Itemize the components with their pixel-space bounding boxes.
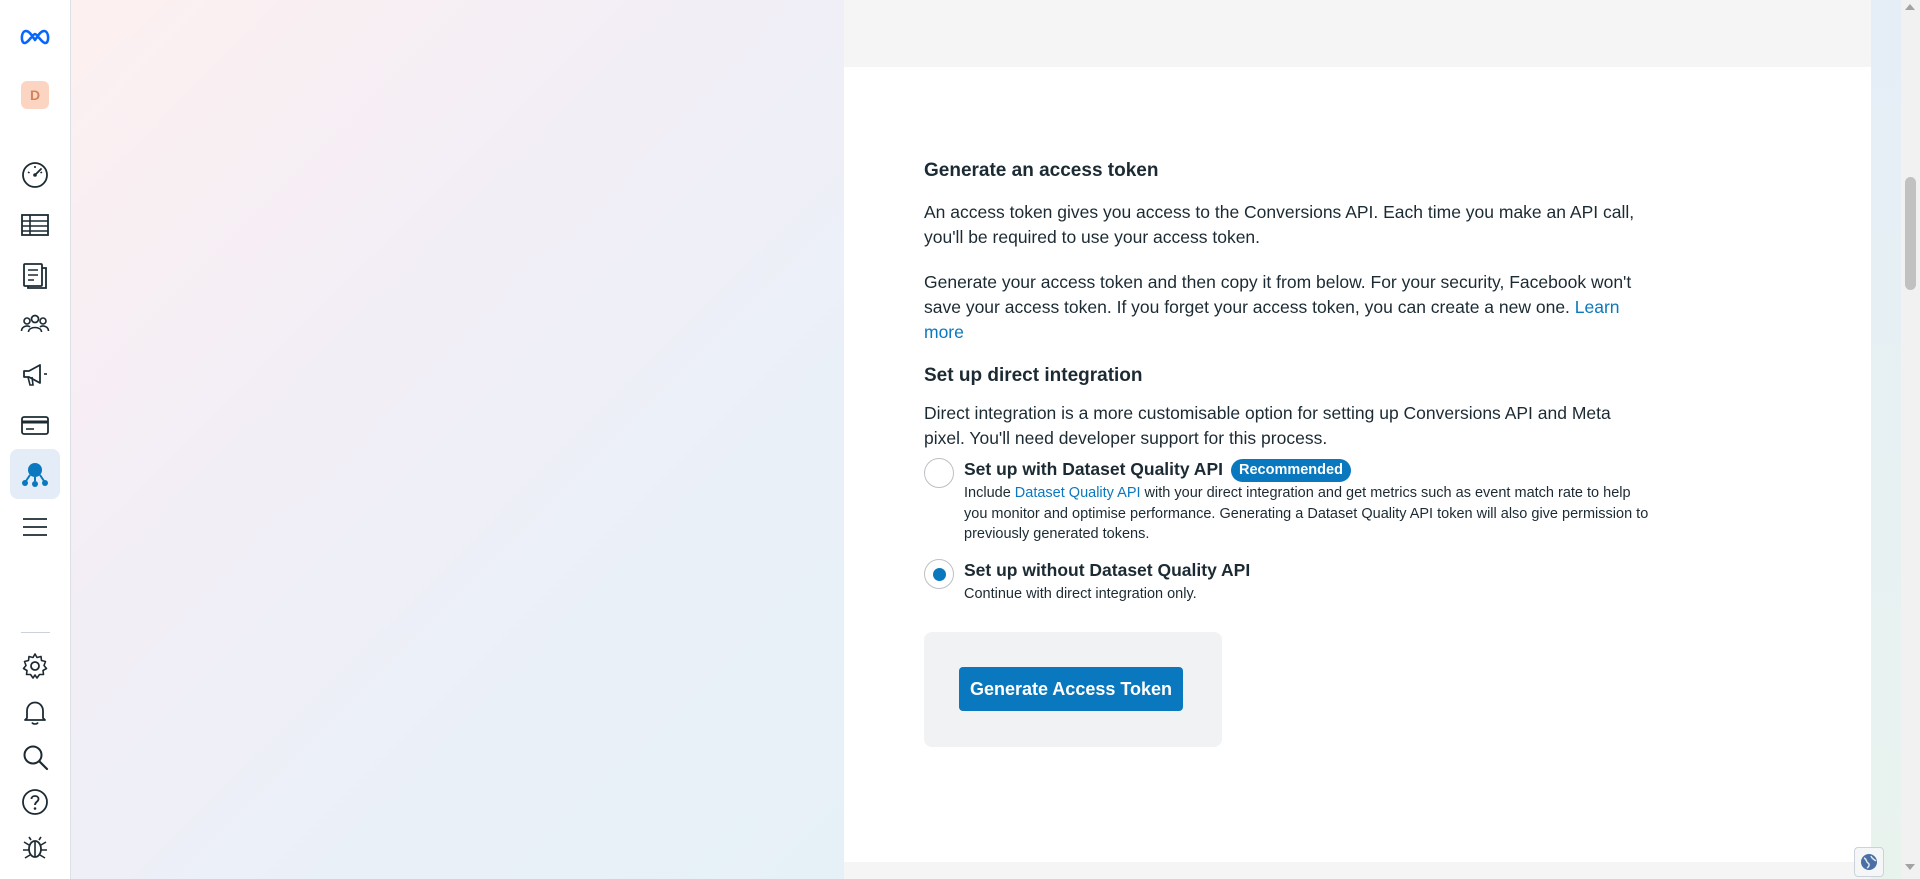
menu-icon[interactable] [18,510,52,544]
integration-description: Direct integration is a more customisabl… [924,403,1611,448]
catalog-icon[interactable] [18,258,52,292]
scroll-up-arrow-icon[interactable] [1905,4,1915,10]
panel-header-band [844,0,1871,67]
dataset-quality-api-link[interactable]: Dataset Quality API [1015,485,1141,501]
left-nav-rail: D [0,0,71,879]
option-desc-prefix: Include [964,485,1015,501]
integration-title: Set up direct integration [924,365,1143,386]
section-title: Generate an access token [924,160,1159,181]
settings-gear-icon[interactable] [18,649,52,683]
scrollbar-thumb[interactable] [1905,177,1916,290]
side-strip [1871,0,1901,879]
meta-logo-icon[interactable] [18,20,52,54]
radio-without-dataset-quality-api[interactable] [924,559,954,589]
access-token-intro: An access token gives you access to the … [924,202,1635,247]
recommended-badge: Recommended [1230,459,1351,482]
option-description: Continue with direct integration only. [964,586,1197,602]
option-description: Include Dataset Quality API with your di… [964,483,1654,545]
access-token-security-note: Generate your access token and then copy… [924,270,1649,345]
globe-icon[interactable] [1854,847,1884,877]
search-icon[interactable] [18,740,52,774]
access-token-section: Generate an access token An access token… [924,157,1649,451]
option-title: Set up without Dataset Quality API [964,560,1251,580]
megaphone-icon[interactable] [18,357,52,391]
option-title-text: Set up with Dataset Quality API [964,459,1223,479]
background-gradient [71,0,844,879]
security-note-text: Generate your access token and then copy… [924,272,1632,317]
help-icon[interactable] [18,785,52,819]
bug-icon[interactable] [18,830,52,864]
option-title: Set up with Dataset Quality API Recommend… [964,459,1351,482]
rail-divider [21,632,50,633]
bell-icon[interactable] [18,695,52,729]
data-sources-icon[interactable] [18,457,52,491]
dashboard-gauge-icon[interactable] [18,158,52,192]
credit-card-icon[interactable] [18,408,52,442]
audiences-icon[interactable] [18,307,52,341]
scroll-down-arrow-icon[interactable] [1905,864,1915,870]
table-grid-icon[interactable] [18,208,52,242]
generate-access-token-button[interactable]: Generate Access Token [959,667,1183,711]
account-avatar[interactable]: D [21,81,49,109]
vertical-scrollbar[interactable] [1901,0,1920,879]
panel-footer-band [844,862,1871,879]
generate-token-card: Generate Access Token [924,632,1222,747]
radio-with-dataset-quality-api[interactable] [924,458,954,488]
